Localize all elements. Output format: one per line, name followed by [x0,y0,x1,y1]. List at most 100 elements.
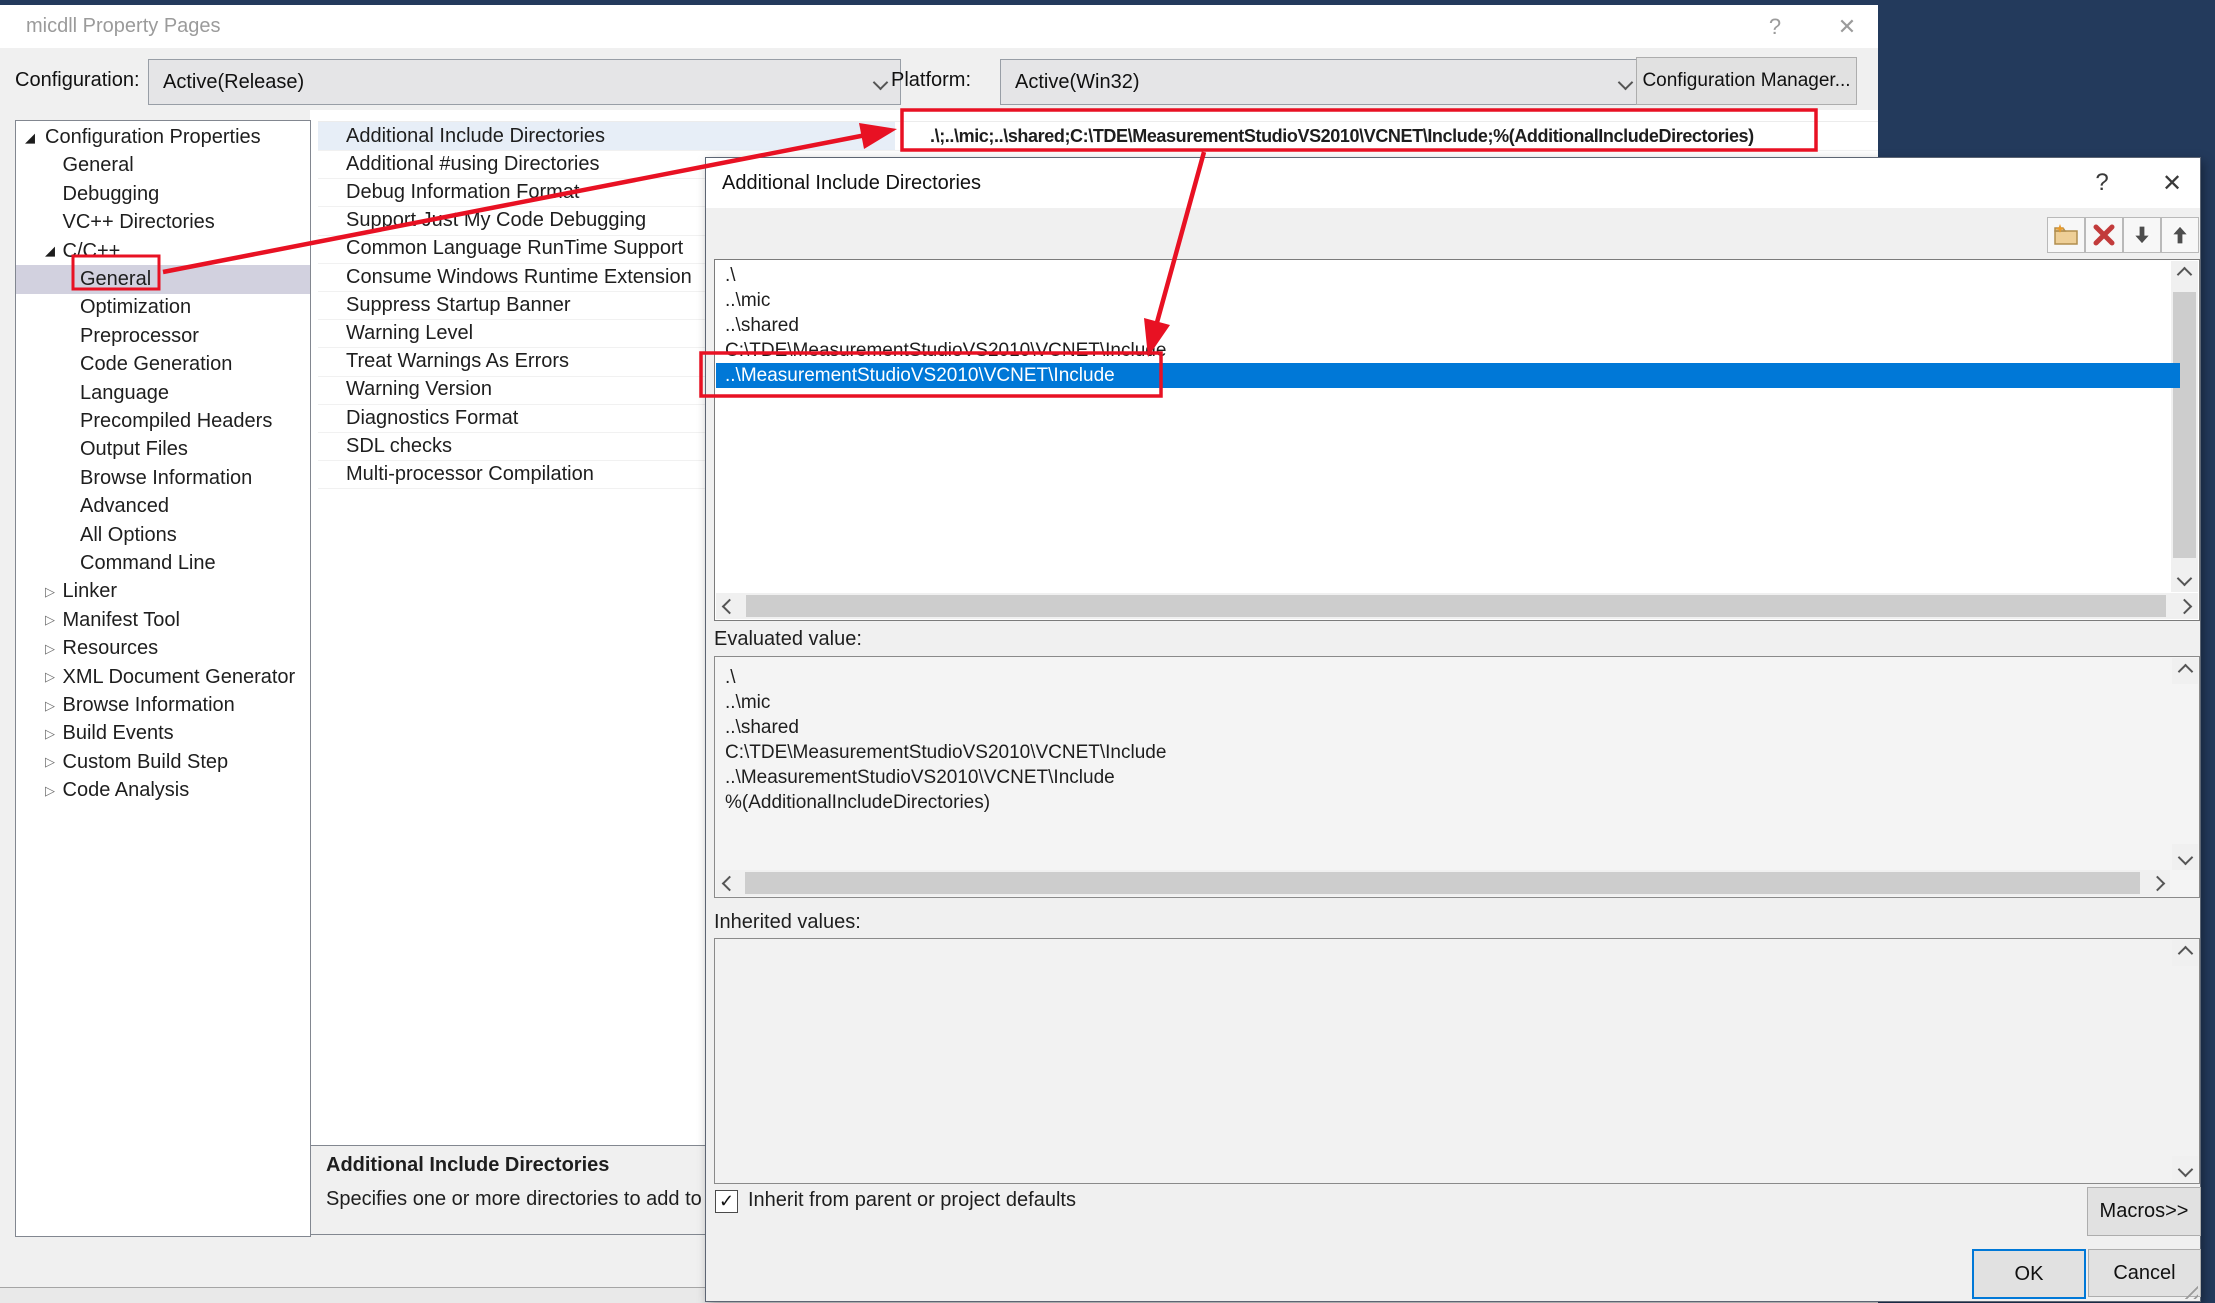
window-help-button[interactable]: ? [1753,5,1797,48]
scrollbar-thumb[interactable] [745,872,2140,894]
scrollbar-thumb[interactable] [746,595,2166,617]
grid-property-value[interactable]: .\;..\mic;..\shared;C:\TDE\MeasurementSt… [930,122,1754,150]
grid-property-name: Additional #using Directories [346,150,599,178]
chevron-down-icon [2177,1161,2193,1177]
tree-item-label: Output Files [80,435,188,464]
move-up-button[interactable] [2161,217,2199,253]
list-item-[interactable]: .\ [716,263,2180,288]
scroll-down-button[interactable] [2172,844,2198,870]
tree-item-label: Optimization [80,293,191,322]
tree-item-vc-directories[interactable]: VC++ Directories [16,208,310,237]
tree-item-custom-build-step[interactable]: ▷ Custom Build Step [16,748,310,777]
dialog-close-button[interactable]: ✕ [2150,158,2194,208]
tree-item-label: Custom Build Step [63,748,229,777]
tree-item-debugging[interactable]: Debugging [16,180,310,209]
tree-item-general[interactable]: General [16,265,310,294]
tree-expanded-icon[interactable]: ◢ [25,123,35,152]
tree-collapsed-icon[interactable]: ▷ [45,663,55,692]
tree-collapsed-icon[interactable]: ▷ [45,691,55,720]
tree-item-label: Browse Information [80,464,252,493]
tree-item-command-line[interactable]: Command Line [16,549,310,578]
grid-property-name: Multi-processor Compilation [346,460,594,488]
arrow-down-icon [2130,223,2154,247]
list-item-shared[interactable]: ..\shared [716,313,2180,338]
list-horizontal-scrollbar[interactable] [716,593,2198,619]
tree-item-precompiled-headers[interactable]: Precompiled Headers [16,407,310,436]
platform-value: Active(Win32) [1015,71,1620,94]
delete-line-button[interactable] [2085,217,2123,253]
tree-collapsed-icon[interactable]: ▷ [45,606,55,635]
tree-item-advanced[interactable]: Advanced [16,492,310,521]
tree-collapsed-icon[interactable]: ▷ [45,776,55,805]
dialog-title: Additional Include Directories [722,158,981,208]
ok-button[interactable]: OK [1972,1249,2086,1299]
tree-item-label: C/C++ [63,237,121,266]
tree-item-manifest-tool[interactable]: ▷Manifest Tool [16,606,310,635]
tree-expanded-icon[interactable]: ◢ [45,237,55,266]
evaluated-line: ..\MeasurementStudioVS2010\VCNET\Include [725,765,1115,790]
tree-item-all-options[interactable]: All Options [16,521,310,550]
tree-item-label: Advanced [80,492,169,521]
scroll-right-button[interactable] [2171,593,2198,619]
tree-collapsed-icon[interactable]: ▷ [45,719,55,748]
chevron-down-icon [1618,74,1634,90]
tree-item-label: Debugging [63,180,160,209]
tree-item-build-events[interactable]: ▷Build Events [16,719,310,748]
scroll-left-button[interactable] [716,593,743,619]
grid-property-name: Consume Windows Runtime Extension [346,263,692,291]
window-close-button[interactable]: ✕ [1825,5,1869,48]
help-icon: ? [1769,14,1781,40]
tree-item-resources[interactable]: ▷Resources [16,634,310,663]
arrow-up-icon [2168,223,2192,247]
evaluated-horizontal-scrollbar[interactable] [716,870,2170,896]
cancel-button[interactable]: Cancel [2088,1249,2201,1297]
tree-collapsed-icon[interactable]: ▷ [45,577,55,606]
close-icon: ✕ [1838,14,1856,40]
tree-item-code-analysis[interactable]: ▷Code Analysis [16,776,310,805]
tree-item-language[interactable]: Language [16,379,310,408]
platform-dropdown[interactable]: Active(Win32) [1000,59,1646,105]
scroll-up-button[interactable] [2172,658,2198,684]
scroll-left-button[interactable] [716,870,742,896]
list-item-measurementstudiovs2010-vcnet-include[interactable]: ..\MeasurementStudioVS2010\VCNET\Include [716,363,2180,388]
tree-item-output-files[interactable]: Output Files [16,435,310,464]
configuration-dropdown[interactable]: Active(Release) [148,59,901,105]
new-line-button[interactable] [2047,217,2085,253]
tree-item-label: General [63,151,134,180]
list-item-c-tde-measurementstudiovs2010-vcnet-include[interactable]: C:\TDE\MeasurementStudioVS2010\VCNET\Inc… [716,338,2180,363]
inherit-checkbox[interactable]: ✓ [715,1190,738,1213]
grid-property-name: Suppress Startup Banner [346,291,571,319]
scroll-down-button[interactable] [2171,565,2198,592]
chevron-up-icon [2177,663,2193,679]
evaluated-line: %(AdditionalIncludeDirectories) [725,790,990,815]
window-titlebar[interactable]: micdll Property Pages ? ✕ [0,5,1878,48]
scroll-right-button[interactable] [2144,870,2170,896]
grid-row-additional-include-directories[interactable]: Additional Include Directories.\;..\mic;… [318,122,1878,151]
tree-item-label: Preprocessor [80,322,199,351]
grid-property-name: Diagnostics Format [346,404,518,432]
tree-item-linker[interactable]: ▷Linker [16,577,310,606]
directory-list[interactable]: .\..\mic..\sharedC:\TDE\MeasurementStudi… [714,259,2200,621]
list-item-mic[interactable]: ..\mic [716,288,2180,313]
macros-button[interactable]: Macros>> [2087,1187,2201,1236]
configuration-manager-button[interactable]: Configuration Manager... [1636,57,1857,105]
tree-item-browse-information[interactable]: Browse Information [16,464,310,493]
tree-item-c-c[interactable]: ◢ C/C++ [16,237,310,266]
tree-item-general[interactable]: General [16,151,310,180]
tree-item-optimization[interactable]: Optimization [16,293,310,322]
tree-item-preprocessor[interactable]: Preprocessor [16,322,310,351]
scroll-down-button[interactable] [2172,1156,2198,1182]
tree-item-code-generation[interactable]: Code Generation [16,350,310,379]
chevron-right-icon [2149,875,2165,891]
dialog-titlebar[interactable]: Additional Include Directories ? ✕ [706,158,2200,208]
tree-collapsed-icon[interactable]: ▷ [45,634,55,663]
dialog-help-button[interactable]: ? [2080,158,2124,208]
scroll-up-button[interactable] [2172,940,2198,966]
tree-item-label: Configuration Properties [45,123,261,152]
tree-item-xml-document-generator[interactable]: ▷XML Document Generator [16,663,310,692]
tree-item-browse-information[interactable]: ▷Browse Information [16,691,310,720]
tree-collapsed-icon[interactable]: ▷ [45,748,55,777]
tree-item-configuration-properties[interactable]: ◢ Configuration Properties [16,123,310,152]
grid-property-name: Warning Version [346,376,492,404]
move-down-button[interactable] [2123,217,2161,253]
